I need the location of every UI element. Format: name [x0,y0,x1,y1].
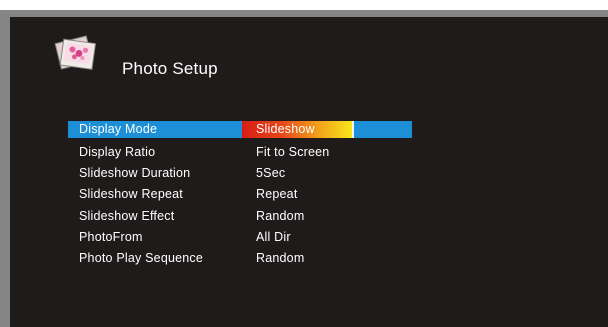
menu-item-label: Slideshow Duration [79,166,191,181]
tv-screen-frame: Photo Setup Display Mode Slideshow Displ… [0,10,608,327]
menu-item-slideshow-duration[interactable]: Slideshow Duration 5Sec [68,163,412,184]
menu-item-value[interactable]: Random [256,251,304,265]
menu-item-value[interactable]: All Dir [256,230,291,244]
page-title: Photo Setup [122,59,218,78]
menu-item-slideshow-effect[interactable]: Slideshow Effect Random [68,206,412,227]
menu-item-label: PhotoFrom [79,229,143,244]
menu-item-label: Slideshow Effect [79,208,175,223]
menu-item-label: Slideshow Repeat [79,187,183,202]
menu-item-value[interactable]: Random [256,209,304,223]
menu-item-label: Photo Play Sequence [79,250,204,265]
menu-item-display-ratio[interactable]: Display Ratio Fit to Screen [68,142,412,163]
menu-item-value[interactable]: 5Sec [256,166,285,180]
menu-item-label: Display Ratio [79,145,156,159]
menu-item-slideshow-repeat[interactable]: Slideshow Repeat Repeat [68,184,412,205]
menu-item-photo-from[interactable]: PhotoFrom All Dir [68,227,412,248]
photo-setup-icon [48,31,104,75]
menu-item-value[interactable]: Slideshow [256,122,315,136]
menu-item-display-mode[interactable]: Display Mode Slideshow [68,121,412,138]
menu-item-value[interactable]: Repeat [256,187,298,201]
menu-item-value[interactable]: Fit to Screen [256,145,329,159]
settings-panel: Photo Setup Display Mode Slideshow Displ… [10,17,608,327]
menu-item-photo-play-sequence[interactable]: Photo Play Sequence Random [68,248,412,269]
menu-item-label: Display Mode [79,122,158,136]
settings-menu: Display Mode Slideshow Display Ratio Fit… [68,121,412,269]
